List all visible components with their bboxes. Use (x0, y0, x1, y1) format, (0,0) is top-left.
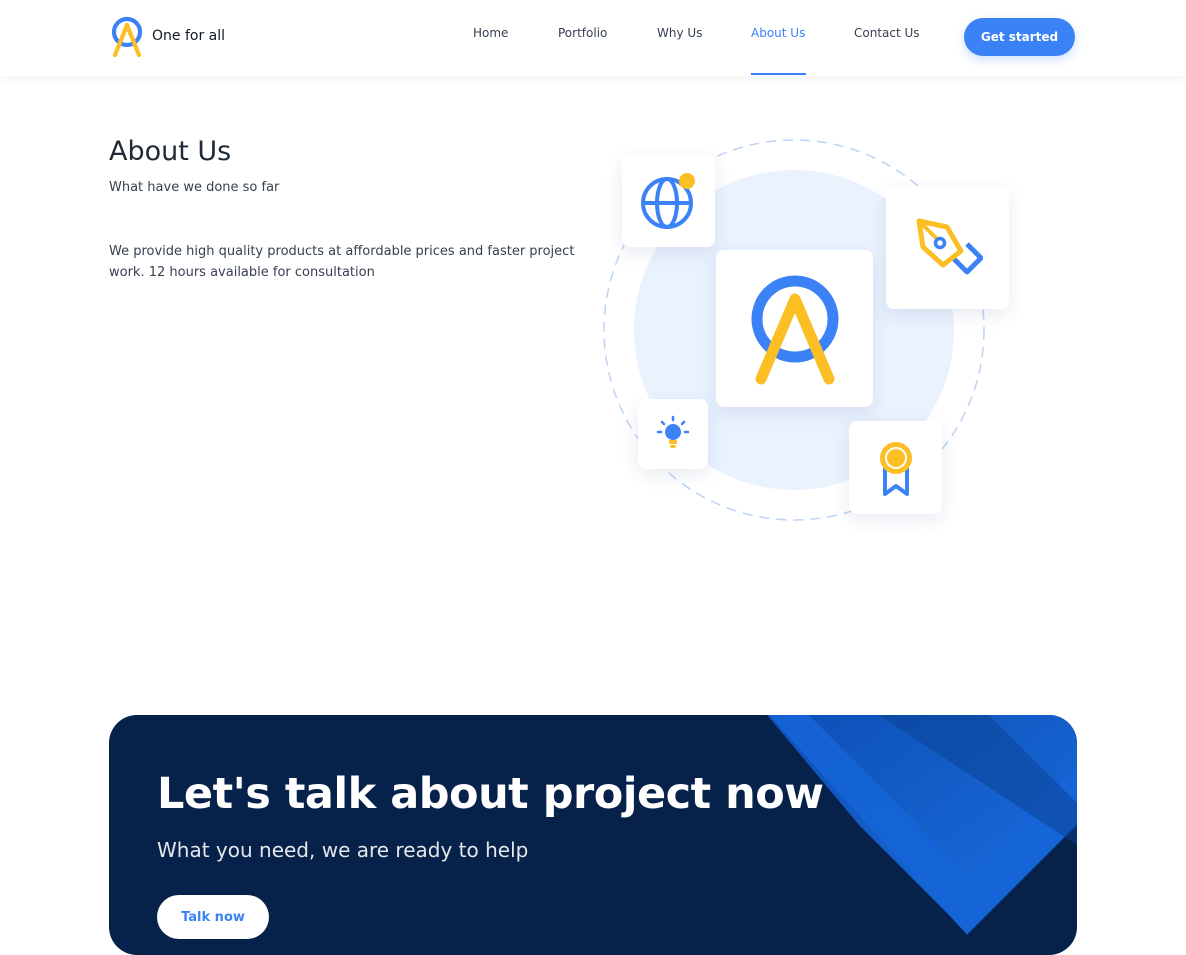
award-card (849, 421, 942, 514)
brand-name: One for all (152, 28, 226, 44)
nav-active-underline (751, 73, 806, 75)
brand-logo-icon (751, 275, 838, 384)
cta-title: Let's talk about project now (157, 769, 824, 819)
brand-logo-icon (111, 16, 143, 57)
page-subtitle: What have we done so far (109, 180, 280, 195)
cta-subtitle: What you need, we are ready to help (157, 838, 529, 862)
globe-icon (640, 172, 695, 229)
nav-home[interactable]: Home (473, 26, 508, 40)
lightbulb-card (638, 399, 708, 469)
nav-why-us[interactable]: Why Us (657, 26, 702, 40)
project-cta-section: Let's talk about project now What you ne… (109, 715, 1077, 955)
nav-contact-us[interactable]: Contact Us (854, 26, 920, 40)
pen-tool-card (886, 186, 1009, 309)
get-started-button[interactable]: Get started (964, 18, 1075, 56)
nav-portfolio[interactable]: Portfolio (558, 26, 607, 40)
brand-logo-card (716, 250, 873, 407)
pen-tool-icon (916, 218, 983, 274)
page-title: About Us (109, 136, 232, 167)
brand-logo[interactable]: One for all (109, 15, 225, 57)
about-description: We provide high quality products at affo… (109, 244, 575, 280)
about-illustration (590, 125, 1010, 535)
site-header: One for all Home Portfolio Why Us About … (0, 0, 1186, 76)
award-icon (879, 441, 912, 496)
nav-about-us[interactable]: About Us (751, 26, 805, 40)
talk-now-button[interactable]: Talk now (157, 895, 269, 939)
lightbulb-icon (656, 415, 690, 448)
globe-card (622, 154, 715, 247)
